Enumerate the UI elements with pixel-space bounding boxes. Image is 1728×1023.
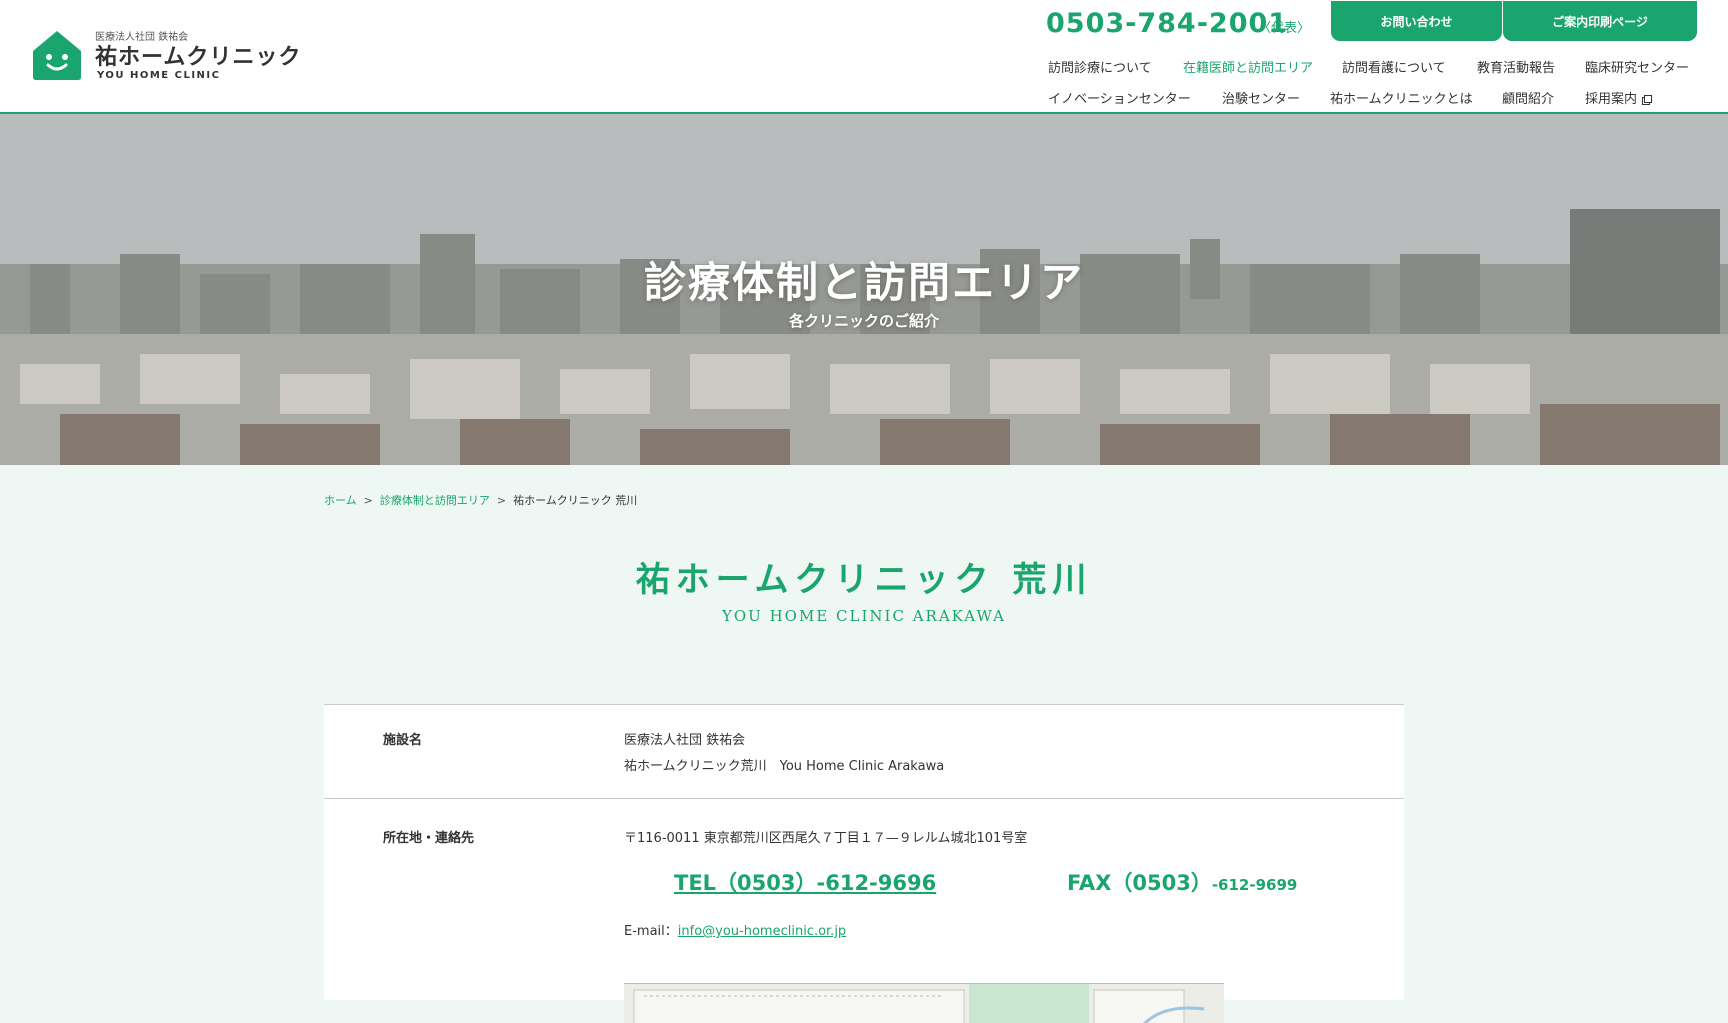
breadcrumb-parent-link[interactable]: 診療体制と訪問エリア xyxy=(380,494,490,507)
nav-item-advisors[interactable]: 顧問紹介 xyxy=(1502,88,1554,107)
nav-item-recruit-label: 採用案内 xyxy=(1585,92,1638,107)
nav-item-home-nursing[interactable]: 訪問看護について xyxy=(1342,57,1446,76)
email-link[interactable]: info@you-homeclinic.or.jp xyxy=(678,924,846,939)
fax-number-main: FAX（0503） xyxy=(1067,871,1212,895)
breadcrumb-separator: > xyxy=(496,494,507,507)
nav-item-trial-center[interactable]: 治験センター xyxy=(1222,88,1300,107)
nav-item-home-visit[interactable]: 訪問診療について xyxy=(1048,57,1152,76)
hero-subtitle: 各クリニックのご紹介 xyxy=(788,312,939,330)
external-link-icon xyxy=(1642,94,1653,105)
info-row-facility: 施設名 医療法人社団 鉄祐会 祐ホームクリニック荒川 You Home Clin… xyxy=(324,705,1404,799)
print-page-button[interactable]: ご案内印刷ページ xyxy=(1502,0,1698,42)
fax-number: FAX（0503）-612-9699 xyxy=(1067,867,1297,897)
contact-button[interactable]: お問い合わせ xyxy=(1330,0,1503,42)
logo-clinic-name: 祐ホームクリニック xyxy=(95,45,302,70)
nav-item-recruit[interactable]: 採用案内 xyxy=(1585,88,1653,107)
logo-english-name: YOU HOME CLINIC xyxy=(97,70,221,81)
header-phone-number[interactable]: 0503-784-2001 xyxy=(1046,8,1288,39)
contact-label: 所在地・連絡先 xyxy=(383,831,475,846)
breadcrumb-separator: > xyxy=(363,494,373,507)
breadcrumb: ホーム > 診療体制と訪問エリア > 祐ホームクリニック 荒川 xyxy=(324,492,637,508)
fax-number-tail: -612-9699 xyxy=(1211,876,1298,894)
page-title: 祐ホームクリニック 荒川 xyxy=(635,560,1093,600)
nav-item-clinical-research[interactable]: 臨床研究センター xyxy=(1585,57,1689,76)
nav-item-about[interactable]: 祐ホームクリニックとは xyxy=(1330,88,1473,107)
hero-banner: 診療体制と訪問エリア 各クリニックのご紹介 xyxy=(0,114,1728,465)
clinic-address: 〒116-0011 東京都荒川区西尾久７丁目１７—９レルム城北101号室 xyxy=(624,831,1028,846)
house-smile-icon xyxy=(33,31,81,80)
tel-link[interactable]: TEL（0503）-612-9696 xyxy=(674,867,936,897)
breadcrumb-home-link[interactable]: ホーム xyxy=(324,494,357,507)
nav-item-education[interactable]: 教育活動報告 xyxy=(1477,57,1555,76)
clinic-info-table: 施設名 医療法人社団 鉄祐会 祐ホームクリニック荒川 You Home Clin… xyxy=(324,704,1404,1023)
location-map[interactable] xyxy=(624,983,1224,1023)
facility-label: 施設名 xyxy=(383,733,423,748)
hero-title: 診療体制と訪問エリア xyxy=(643,258,1084,307)
facility-org-name: 医療法人社団 鉄祐会 xyxy=(624,733,746,748)
map-graphic xyxy=(624,984,1224,1023)
nav-item-doctors-area[interactable]: 在籍医師と訪問エリア xyxy=(1183,57,1313,76)
site-logo[interactable]: 医療法人社団 鉄祐会 祐ホームクリニック YOU HOME CLINIC xyxy=(29,27,300,83)
email-label: E-mail： xyxy=(624,924,678,939)
site-header: 医療法人社団 鉄祐会 祐ホームクリニック YOU HOME CLINIC 050… xyxy=(0,0,1728,114)
breadcrumb-current: 祐ホームクリニック 荒川 xyxy=(513,494,638,507)
header-phone-note: 〈代表〉 xyxy=(1258,21,1311,36)
nav-item-innovation[interactable]: イノベーションセンター xyxy=(1048,88,1191,107)
facility-clinic-name: 祐ホームクリニック荒川 You Home Clinic Arakawa xyxy=(624,759,945,774)
email-line: E-mail：info@you-homeclinic.or.jp xyxy=(624,920,846,939)
page-title-english: YOU HOME CLINIC ARAKAWA xyxy=(721,607,1006,625)
info-row-contact: 所在地・連絡先 〒116-0011 東京都荒川区西尾久７丁目１７—９レルム城北1… xyxy=(324,799,1404,1023)
